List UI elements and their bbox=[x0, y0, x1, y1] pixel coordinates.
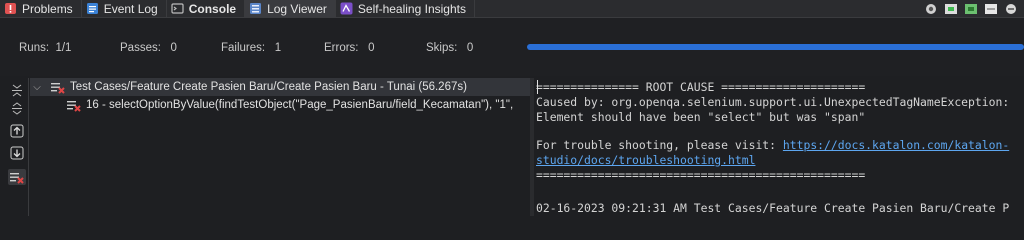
previous-failure-icon[interactable] bbox=[8, 123, 26, 139]
view-toolbar bbox=[924, 1, 1018, 16]
view-menu-icon[interactable] bbox=[1004, 3, 1018, 15]
collapse-all-icon[interactable] bbox=[8, 82, 26, 98]
tree-row-label: 16 - selectOptionByValue(findTestObject(… bbox=[86, 99, 514, 111]
tab-label: Log Viewer bbox=[267, 1, 327, 16]
tab-label: Problems bbox=[22, 1, 73, 16]
tab-self-healing-insights[interactable]: Self-healing Insights bbox=[336, 0, 475, 17]
test-progress-bar bbox=[527, 44, 1024, 50]
next-failure-icon[interactable] bbox=[8, 145, 26, 161]
failures-stat: Failures: 1 bbox=[221, 42, 282, 54]
tab-label: Self-healing Insights bbox=[357, 1, 466, 16]
tree-row-test-case[interactable]: ⌵ Test Cases/Feature Create Pasien Baru/… bbox=[30, 78, 530, 96]
log-detail-panel[interactable]: =============== ROOT CAUSE =============… bbox=[536, 78, 1024, 216]
log-line-troubleshoot: For trouble shooting, please visit: http… bbox=[536, 138, 1010, 152]
tab-problems[interactable]: Problems bbox=[0, 0, 82, 17]
runs-stat: Runs: 1/1 bbox=[19, 42, 72, 54]
runs-value: 1/1 bbox=[55, 42, 72, 54]
log-separator: ========================================… bbox=[536, 168, 866, 182]
tree-row-test-step[interactable]: 16 - selectOptionByValue(findTestObject(… bbox=[66, 96, 530, 114]
tab-event-log[interactable]: Event Log bbox=[82, 0, 167, 17]
passes-value: 0 bbox=[170, 42, 177, 54]
history-icon[interactable] bbox=[984, 3, 998, 15]
errors-value: 0 bbox=[368, 42, 375, 54]
skips-stat: Skips: 0 bbox=[426, 42, 474, 54]
expand-all-icon[interactable] bbox=[8, 100, 26, 116]
console-icon bbox=[171, 2, 184, 15]
log-viewer-icon bbox=[249, 2, 262, 15]
log-line-troubleshoot-cont: studio/docs/troubleshooting.html bbox=[536, 153, 755, 169]
tree-row-label: Test Cases/Feature Create Pasien Baru/Cr… bbox=[70, 81, 467, 93]
tree-toolbar bbox=[6, 78, 29, 216]
chevron-down-icon[interactable]: ⌵ bbox=[30, 82, 44, 93]
passes-stat: Passes: 0 bbox=[120, 42, 177, 54]
problems-icon bbox=[4, 2, 17, 15]
tab-label: Event Log bbox=[103, 1, 158, 16]
log-line-element: Element should have been "select" but wa… bbox=[536, 110, 866, 124]
view-tab-bar: Problems Event Log Console Log Viewer Se… bbox=[0, 0, 1024, 18]
show-failures-only-icon[interactable] bbox=[8, 169, 26, 185]
tab-label: Console bbox=[188, 1, 237, 16]
text-cursor bbox=[537, 80, 538, 94]
tab-console[interactable]: Console bbox=[167, 0, 246, 17]
event-log-icon bbox=[86, 2, 99, 15]
test-result-tree: ⌵ Test Cases/Feature Create Pasien Baru/… bbox=[30, 78, 530, 216]
show-passed-icon[interactable] bbox=[944, 3, 958, 15]
failed-test-icon bbox=[50, 80, 66, 94]
tab-log-viewer[interactable]: Log Viewer bbox=[245, 0, 336, 17]
skips-value: 0 bbox=[466, 42, 474, 54]
errors-stat: Errors: 0 bbox=[324, 42, 375, 54]
failed-step-icon bbox=[66, 98, 82, 112]
root-cause-header: =============== ROOT CAUSE =============… bbox=[536, 80, 866, 94]
troubleshooting-link[interactable]: https://docs.katalon.com/katalon- bbox=[783, 138, 1009, 152]
panel-splitter[interactable] bbox=[530, 78, 534, 216]
self-healing-icon bbox=[340, 2, 353, 15]
filter-toggle-icon[interactable] bbox=[924, 3, 938, 15]
log-line-timestamp: 02-16-2023 09:21:31 AM Test Cases/Featur… bbox=[536, 201, 1010, 215]
failures-value: 1 bbox=[274, 42, 282, 54]
troubleshooting-link-cont[interactable]: studio/docs/troubleshooting.html bbox=[536, 153, 755, 167]
show-failed-icon[interactable] bbox=[964, 3, 978, 15]
log-line-caused-by: Caused by: org.openqa.selenium.support.u… bbox=[536, 95, 1010, 109]
